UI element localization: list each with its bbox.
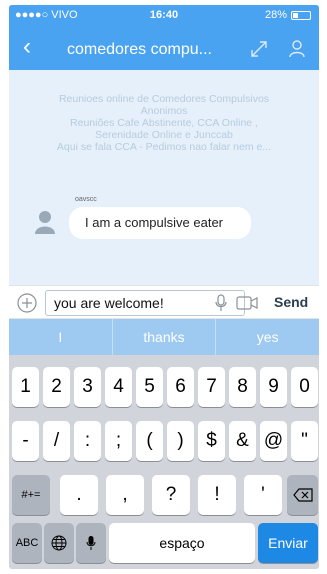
key-quote[interactable]: ": [291, 421, 318, 461]
key-delete[interactable]: [287, 475, 318, 515]
sender-name: oavscc: [75, 196, 97, 203]
nav-bar: ‹ comedores compu...: [9, 29, 319, 69]
expand-icon[interactable]: [249, 39, 269, 59]
key-period[interactable]: .: [60, 475, 98, 515]
description-line: Reunioes online de Comedores Compulsivos: [58, 93, 270, 105]
key-8[interactable]: 8: [229, 367, 256, 407]
key-close-paren[interactable]: ): [167, 421, 194, 461]
key-2[interactable]: 2: [43, 367, 70, 407]
keyboard: 1 2 3 4 5 6 7 8 9 0 - / : ; ( ) $ & @ " …: [9, 355, 319, 569]
globe-icon: [51, 535, 67, 551]
key-question[interactable]: ?: [152, 475, 190, 515]
key-exclamation[interactable]: !: [198, 475, 236, 515]
phone-screen: ●●●●○ VIVO 16:40 28% ‹ comedores compu..…: [9, 5, 319, 569]
send-button[interactable]: Send: [274, 294, 308, 310]
key-send[interactable]: Enviar: [258, 523, 318, 563]
key-more-symbols[interactable]: #+=: [12, 475, 50, 515]
chat-title: comedores compu...: [67, 41, 212, 58]
header-bar: ●●●●○ VIVO 16:40 28% ‹ comedores compu..…: [9, 5, 319, 70]
key-abc[interactable]: ABC: [12, 523, 42, 563]
key-3[interactable]: 3: [74, 367, 101, 407]
suggestion-item[interactable]: yes: [216, 319, 319, 355]
description-line: Serenidade Online e Junccab: [95, 129, 233, 141]
key-0[interactable]: 0: [291, 367, 318, 407]
key-9[interactable]: 9: [260, 367, 287, 407]
message-list[interactable]: Reunioes online de Comedores Compulsivos…: [9, 70, 319, 285]
key-5[interactable]: 5: [136, 367, 163, 407]
key-globe[interactable]: [44, 523, 74, 563]
key-slash[interactable]: /: [43, 421, 70, 461]
microphone-icon[interactable]: [215, 294, 227, 312]
key-space[interactable]: espaço: [109, 523, 255, 563]
video-camera-icon[interactable]: [236, 296, 258, 310]
key-4[interactable]: 4: [105, 367, 132, 407]
microphone-icon: [86, 536, 96, 550]
status-bar: ●●●●○ VIVO 16:40 28%: [9, 5, 319, 25]
key-at[interactable]: @: [260, 421, 287, 461]
suggestion-item[interactable]: I: [9, 319, 113, 355]
add-attachment-icon[interactable]: [17, 293, 37, 313]
key-1[interactable]: 1: [12, 367, 39, 407]
back-button[interactable]: ‹: [23, 35, 31, 59]
description-line: Aqui se fala CCA - Pedimos nao falar nem…: [56, 141, 272, 153]
key-dollar[interactable]: $: [198, 421, 225, 461]
key-hyphen[interactable]: -: [12, 421, 39, 461]
description-line: Anonimos: [140, 105, 188, 117]
battery-indicator: 28%: [265, 9, 311, 21]
predictive-bar: I thanks yes: [9, 319, 319, 355]
avatar-icon[interactable]: [35, 210, 55, 234]
message-bubble[interactable]: I am a compulsive eater: [69, 207, 251, 239]
description-line: Reuniões Cafe Abstinente, CCA Online ,: [70, 117, 258, 129]
backspace-icon: [292, 488, 313, 502]
group-members-icon[interactable]: [287, 39, 307, 59]
key-colon[interactable]: :: [74, 421, 101, 461]
suggestion-item[interactable]: thanks: [113, 319, 217, 355]
key-apostrophe[interactable]: ': [244, 475, 282, 515]
key-open-paren[interactable]: (: [136, 421, 163, 461]
composer-bar: you are welcome! Send: [9, 285, 319, 319]
battery-percent: 28%: [264, 9, 287, 21]
key-ampersand[interactable]: &: [229, 421, 256, 461]
key-semicolon[interactable]: ;: [105, 421, 132, 461]
key-comma[interactable]: ,: [106, 475, 144, 515]
key-dictation[interactable]: [76, 523, 106, 563]
group-description: Reunioes online de Comedores Compulsivos…: [19, 93, 309, 153]
key-7[interactable]: 7: [198, 367, 225, 407]
battery-icon: [291, 10, 311, 20]
key-6[interactable]: 6: [167, 367, 194, 407]
